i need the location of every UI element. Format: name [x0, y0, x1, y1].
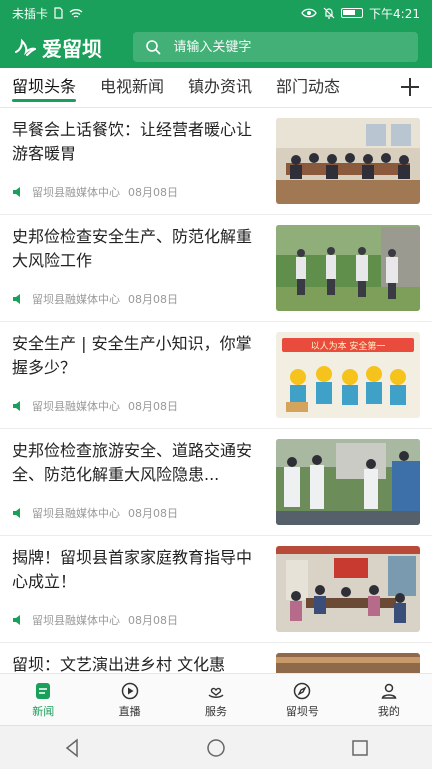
clock-text: 下午4:21: [369, 6, 420, 21]
speaker-icon[interactable]: [12, 294, 24, 304]
news-source: 留坝县融媒体中心: [32, 614, 120, 627]
add-channel-button[interactable]: [396, 68, 424, 108]
thumb-banner-text: 以人为本 安全第一: [311, 340, 386, 352]
speaker-icon[interactable]: [12, 187, 24, 197]
news-thumbnail: [276, 225, 420, 311]
news-meta: 留坝县融媒体中心 08月08日: [12, 398, 178, 414]
nav-live-label: 直播: [118, 705, 141, 718]
news-date: 08月08日: [128, 614, 178, 627]
news-date: 08月08日: [128, 293, 178, 306]
news-meta: 留坝县融媒体中心 08月08日: [12, 612, 178, 628]
bottom-nav: 新闻 直播 服务 留坝号 我的: [0, 673, 432, 726]
news-source: 留坝县融媒体中心: [32, 400, 120, 413]
news-thumbnail: [276, 118, 420, 204]
carrier-text: 未插卡: [12, 6, 49, 21]
play-icon: [121, 682, 138, 700]
speaker-icon[interactable]: [12, 508, 24, 518]
news-date: 08月08日: [128, 186, 178, 199]
nav-service[interactable]: 服务: [173, 674, 259, 726]
speaker-icon[interactable]: [12, 615, 24, 625]
tab-tv-news[interactable]: 电视新闻: [100, 68, 164, 108]
heart-hand-icon: [208, 687, 224, 698]
news-item[interactable]: 史邦俭检查安全生产、防范化解重大风险工作 留坝县融媒体中心 08月08日: [0, 215, 432, 322]
logo-icon: [15, 38, 36, 56]
news-title: 安全生产 | 安全生产小知识，你掌握多少？: [12, 334, 252, 377]
nav-news[interactable]: 新闻: [0, 674, 86, 726]
wifi-icon: [69, 8, 83, 18]
user-icon: [381, 683, 397, 699]
news-item[interactable]: 早餐会上话餐饮：让经营者暖心让游客暖胃 留坝县融媒体中心 08月08日: [0, 108, 432, 215]
news-title: 史邦俭检查安全生产、防范化解重大风险工作: [12, 227, 253, 270]
sim-icon: [54, 7, 63, 19]
status-bar: 未插卡 下午4:21: [0, 0, 432, 26]
tab-department[interactable]: 部门动态: [276, 68, 340, 108]
nav-live[interactable]: 直播: [86, 674, 172, 726]
news-title: 揭牌！留坝县首家家庭教育指导中心成立！: [12, 548, 253, 591]
back-icon[interactable]: [60, 736, 84, 760]
search-box[interactable]: [133, 32, 418, 62]
news-title: 史邦俭检查旅游安全、道路交通安全、防范化解重大风险隐患...: [12, 441, 253, 484]
nav-news-label: 新闻: [32, 705, 55, 718]
news-item[interactable]: 安全生产 | 安全生产小知识，你掌握多少？ 留坝县融媒体中心 08月08日 以人…: [0, 322, 432, 429]
search-input[interactable]: [171, 38, 376, 56]
battery-icon: [341, 8, 364, 18]
app-name: 爱留坝: [42, 36, 102, 61]
search-icon: [146, 40, 161, 55]
plus-icon: [401, 78, 419, 96]
home-icon[interactable]: [204, 736, 228, 760]
app-header: 爱留坝: [0, 26, 432, 68]
nav-liubahao[interactable]: 留坝号: [259, 674, 345, 726]
news-feed: 早餐会上话餐饮：让经营者暖心让游客暖胃 留坝县融媒体中心 08月08日 史邦俭检…: [0, 108, 432, 673]
news-meta: 留坝县融媒体中心 08月08日: [12, 505, 178, 521]
news-title: 留坝：文艺演出进乡村 文化惠: [12, 655, 226, 673]
tab-town-news[interactable]: 镇办资讯: [188, 68, 252, 108]
news-source: 留坝县融媒体中心: [32, 293, 120, 306]
nav-me-label: 我的: [377, 705, 400, 718]
app-logo: 爱留坝: [14, 33, 133, 62]
news-thumbnail: [276, 653, 420, 673]
news-icon: [36, 683, 51, 699]
news-thumbnail: 以人为本 安全第一: [276, 332, 420, 418]
mute-bell-icon: [323, 7, 335, 19]
tab-headlines[interactable]: 留坝头条: [12, 68, 77, 108]
system-nav-bar: [0, 725, 432, 769]
news-title: 早餐会上话餐饮：让经营者暖心让游客暖胃: [12, 120, 253, 163]
news-source: 留坝县融媒体中心: [32, 507, 120, 520]
nav-service-label: 服务: [205, 705, 228, 718]
speaker-icon[interactable]: [12, 401, 24, 411]
news-item[interactable]: 揭牌！留坝县首家家庭教育指导中心成立！ 留坝县融媒体中心 08月08日: [0, 536, 432, 643]
news-item[interactable]: 留坝：文艺演出进乡村 文化惠: [0, 643, 432, 673]
nav-liubahao-label: 留坝号: [285, 705, 319, 718]
news-source: 留坝县融媒体中心: [32, 186, 120, 199]
news-thumbnail: [276, 439, 420, 525]
recents-icon[interactable]: [348, 736, 372, 760]
eye-icon: [301, 8, 317, 18]
news-date: 08月08日: [128, 400, 178, 413]
news-item[interactable]: 史邦俭检查旅游安全、道路交通安全、防范化解重大风险隐患... 留坝县融媒体中心 …: [0, 429, 432, 536]
nav-me[interactable]: 我的: [346, 674, 432, 726]
news-thumbnail: [276, 546, 420, 632]
category-tabs: 留坝头条 电视新闻 镇办资讯 部门动态: [0, 68, 432, 108]
compass-icon: [294, 682, 311, 700]
news-date: 08月08日: [128, 507, 178, 520]
news-meta: 留坝县融媒体中心 08月08日: [12, 291, 178, 307]
news-meta: 留坝县融媒体中心 08月08日: [12, 184, 178, 200]
